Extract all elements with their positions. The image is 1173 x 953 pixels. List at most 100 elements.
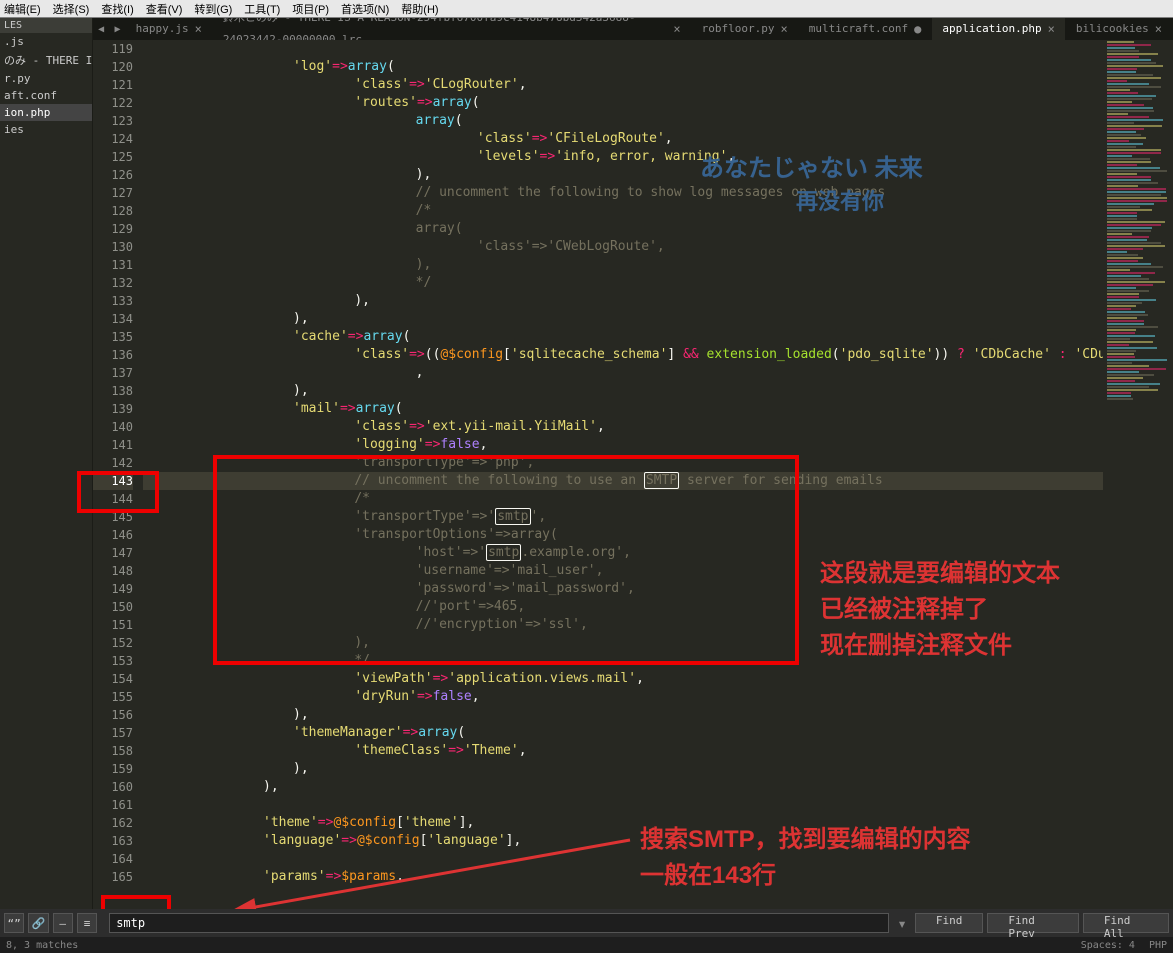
- line-number: 122: [93, 94, 133, 112]
- editor[interactable]: 1191201211221231241251261271281291301311…: [93, 40, 1103, 903]
- code-line[interactable]: 'class'=>'CFileLogRoute',: [143, 130, 1103, 148]
- status-language[interactable]: PHP: [1149, 940, 1167, 951]
- code-line[interactable]: 'themeManager'=>array(: [143, 724, 1103, 742]
- line-number-gutter: 1191201211221231241251261271281291301311…: [93, 40, 143, 886]
- code-line[interactable]: array(: [143, 220, 1103, 238]
- tab-close-icon[interactable]: ×: [1048, 18, 1055, 40]
- sidebar-file-item[interactable]: .js: [0, 33, 92, 50]
- menu-item[interactable]: 选择(S): [53, 1, 90, 17]
- tab[interactable]: happy.js ×: [126, 18, 213, 40]
- tab[interactable]: 鈴木このみ - THERE IS A REASON-254fbf6700fa9c…: [213, 18, 692, 40]
- dropdown-icon[interactable]: ▾: [897, 914, 907, 933]
- tab-close-icon[interactable]: ×: [195, 18, 202, 40]
- menu-bar: 编辑(E) 选择(S) 查找(I) 查看(V) 转到(G) 工具(T) 项目(P) 首选项(N…: [0, 0, 1173, 18]
- find-button[interactable]: Find: [915, 913, 984, 933]
- code-line[interactable]: ),: [143, 382, 1103, 400]
- line-number: 143: [93, 472, 133, 490]
- overlay-annotation-2: 搜索SMTP，找到要编辑的内容 一般在143行: [640, 822, 971, 894]
- line-number: 137: [93, 364, 133, 382]
- code-line[interactable]: 'viewPath'=>'application.views.mail',: [143, 670, 1103, 688]
- tab[interactable]: bilicookies ×: [1066, 18, 1173, 40]
- sidebar-file-item[interactable]: r.py: [0, 70, 92, 87]
- code-line[interactable]: ),: [143, 310, 1103, 328]
- line-number: 158: [93, 742, 133, 760]
- code-line[interactable]: 'mail'=>array(: [143, 400, 1103, 418]
- code-line[interactable]: 'transportType'=>'php',: [143, 454, 1103, 472]
- code-line[interactable]: ,: [143, 364, 1103, 382]
- code-line[interactable]: 'logging'=>false,: [143, 436, 1103, 454]
- line-number: 133: [93, 292, 133, 310]
- tab-prev-icon[interactable]: ◀: [98, 24, 104, 35]
- tab-close-icon[interactable]: ●: [914, 18, 921, 40]
- line-number: 138: [93, 382, 133, 400]
- find-regex-toggle[interactable]: “”: [4, 913, 24, 933]
- code-line[interactable]: ),: [143, 706, 1103, 724]
- code-line[interactable]: ),: [143, 778, 1103, 796]
- code-line[interactable]: // uncomment the following to use an SMT…: [143, 472, 1103, 490]
- sidebar-file-item[interactable]: ion.php: [0, 104, 92, 121]
- code-line[interactable]: 'levels'=>'info, error, warning',: [143, 148, 1103, 166]
- code-line[interactable]: ),: [143, 256, 1103, 274]
- code-line[interactable]: array(: [143, 112, 1103, 130]
- tab-close-icon[interactable]: ×: [781, 18, 788, 40]
- minimap[interactable]: [1103, 40, 1173, 903]
- line-number: 140: [93, 418, 133, 436]
- code-line[interactable]: 'transportType'=>'smtp',: [143, 508, 1103, 526]
- line-number: 141: [93, 436, 133, 454]
- code-line[interactable]: /*: [143, 490, 1103, 508]
- code-line[interactable]: 'cache'=>array(: [143, 328, 1103, 346]
- code-line[interactable]: 'class'=>'ext.yii-mail.YiiMail',: [143, 418, 1103, 436]
- tab[interactable]: multicraft.conf●: [799, 18, 933, 40]
- tab-label: bilicookies: [1076, 18, 1149, 40]
- code-line[interactable]: /*: [143, 202, 1103, 220]
- tab-next-icon[interactable]: ▶: [114, 24, 120, 35]
- tab-nav[interactable]: ◀ ▶: [93, 24, 126, 35]
- line-number: 120: [93, 58, 133, 76]
- line-number: 124: [93, 130, 133, 148]
- code-line[interactable]: 'class'=>'CWebLogRoute',: [143, 238, 1103, 256]
- find-case-toggle[interactable]: 🔗: [28, 913, 48, 933]
- code-line[interactable]: 'transportOptions'=>array(: [143, 526, 1103, 544]
- code-line[interactable]: ),: [143, 292, 1103, 310]
- code-line[interactable]: 'class'=>((@$config['sqlitecache_schema'…: [143, 346, 1103, 364]
- menu-item[interactable]: 转到(G): [194, 1, 232, 17]
- menu-item[interactable]: 项目(P): [292, 1, 329, 17]
- sidebar-header: LES: [0, 18, 92, 33]
- code-line[interactable]: 'class'=>'CLogRouter',: [143, 76, 1103, 94]
- code-line[interactable]: ),: [143, 760, 1103, 778]
- code-line[interactable]: ),: [143, 166, 1103, 184]
- code-line[interactable]: */: [143, 274, 1103, 292]
- find-all-button[interactable]: Find All: [1083, 913, 1169, 933]
- menu-item[interactable]: 帮助(H): [401, 1, 438, 17]
- find-wrap-toggle[interactable]: ≡: [77, 913, 97, 933]
- menu-item[interactable]: 查找(I): [101, 1, 133, 17]
- menu-item[interactable]: 查看(V): [146, 1, 183, 17]
- code-line[interactable]: // uncomment the following to show log m…: [143, 184, 1103, 202]
- code-line[interactable]: [143, 40, 1103, 58]
- menu-item[interactable]: 工具(T): [244, 1, 280, 17]
- tab-close-icon[interactable]: ×: [1155, 18, 1162, 40]
- code-area[interactable]: 'log'=>array( 'class'=>'CLogRouter', 'ro…: [143, 40, 1103, 886]
- tab-label: happy.js: [136, 18, 189, 40]
- code-line[interactable]: 'routes'=>array(: [143, 94, 1103, 112]
- menu-item[interactable]: 编辑(E): [4, 1, 41, 17]
- find-input[interactable]: [109, 913, 889, 933]
- find-whole-word-toggle[interactable]: —: [53, 913, 73, 933]
- code-line[interactable]: 'dryRun'=>false,: [143, 688, 1103, 706]
- line-number: 157: [93, 724, 133, 742]
- find-bar: “” 🔗 — ≡ ▾ Find Find Prev Find All: [0, 909, 1173, 937]
- menu-item[interactable]: 首选项(N): [341, 1, 389, 17]
- tab[interactable]: robfloor.py×: [692, 18, 799, 40]
- line-number: 149: [93, 580, 133, 598]
- sidebar-file-item[interactable]: のみ - THERE IS A: [0, 50, 92, 70]
- line-number: 162: [93, 814, 133, 832]
- code-line[interactable]: 'themeClass'=>'Theme',: [143, 742, 1103, 760]
- tab-close-icon[interactable]: ×: [673, 18, 680, 40]
- sidebar-file-item[interactable]: ies: [0, 121, 92, 138]
- code-line[interactable]: 'log'=>array(: [143, 58, 1103, 76]
- tab[interactable]: application.php×: [932, 18, 1066, 40]
- status-spaces[interactable]: Spaces: 4: [1081, 940, 1135, 951]
- find-prev-button[interactable]: Find Prev: [987, 913, 1079, 933]
- code-line[interactable]: [143, 796, 1103, 814]
- sidebar-file-item[interactable]: aft.conf: [0, 87, 92, 104]
